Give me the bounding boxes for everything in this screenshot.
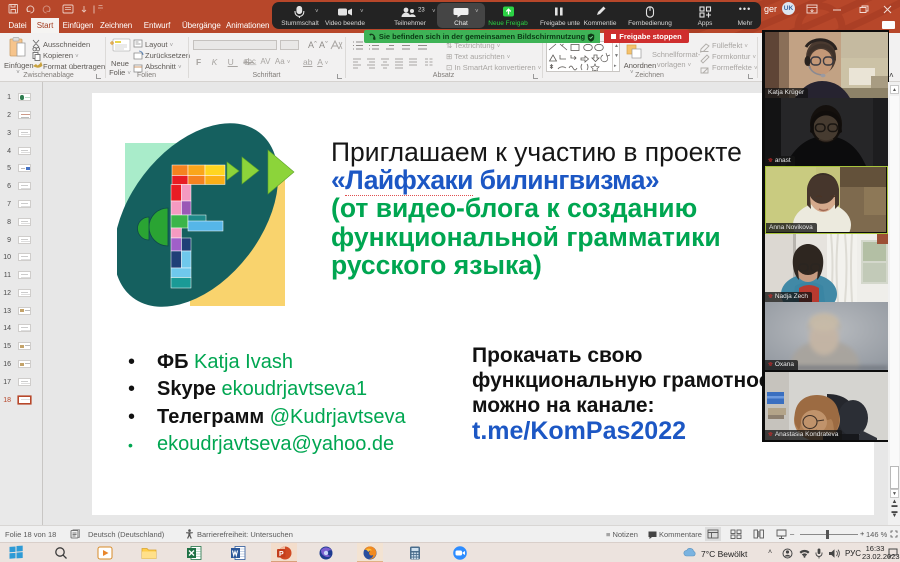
svg-text:P: P: [279, 551, 284, 558]
svg-text:23: 23: [418, 8, 425, 14]
